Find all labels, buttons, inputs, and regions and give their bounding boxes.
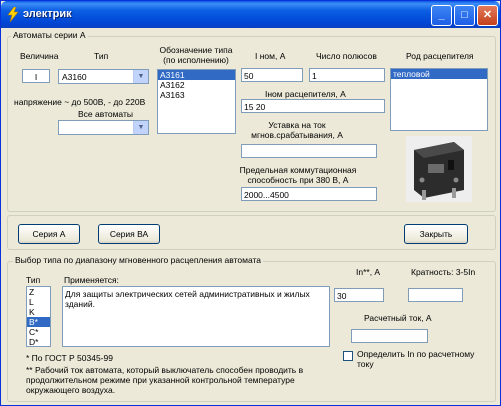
- series-a-legend: Автоматы серии А: [11, 30, 88, 40]
- inom-release-label: Iном расцепителя, А: [265, 89, 346, 99]
- ratio-label: Кратность: 3-5In: [411, 267, 476, 277]
- close-window-button[interactable]: ✕: [477, 5, 498, 26]
- maximize-icon: □: [461, 9, 468, 21]
- designation-item[interactable]: А3163: [158, 90, 235, 100]
- poles-field[interactable]: 1: [309, 68, 385, 82]
- trip-type-item[interactable]: Z: [27, 287, 50, 297]
- instant-setting-field[interactable]: [241, 144, 377, 158]
- circuit-breaker-image: [406, 136, 472, 202]
- series-va-button[interactable]: Серия ВА: [98, 224, 160, 244]
- release-type-item[interactable]: тепловой: [391, 69, 487, 79]
- title-bar[interactable]: электрик _ □ ✕: [1, 1, 500, 28]
- designation-item[interactable]: А3161: [158, 70, 235, 80]
- minimize-icon: _: [438, 9, 445, 21]
- trip-type-label: Тип: [26, 275, 41, 285]
- inom-release-field[interactable]: 15 20: [241, 99, 385, 113]
- minimize-button[interactable]: _: [431, 5, 452, 26]
- footnote-gost: * По ГОСТ Р 50345-99: [26, 353, 113, 363]
- determine-in-checkbox[interactable]: [343, 351, 353, 361]
- applied-textbox[interactable]: Для защиты электрических сетей администр…: [62, 286, 330, 347]
- voltage-label: напряжение ~ до 500В, - до 220В: [14, 97, 146, 107]
- trip-type-item[interactable]: B*: [27, 317, 50, 327]
- type-label: Тип: [94, 51, 109, 61]
- type-select-value: А3160: [62, 72, 87, 82]
- breaking-capacity-label: Предельная коммутационная способность пр…: [239, 165, 357, 185]
- trip-type-item[interactable]: C*: [27, 327, 50, 337]
- trip-type-item[interactable]: K: [27, 307, 50, 317]
- maximize-button[interactable]: □: [454, 5, 475, 26]
- chevron-down-icon[interactable]: ▼: [133, 70, 148, 83]
- instant-setting-label: Уставка на ток мгнов.срабатывания, А: [251, 120, 343, 140]
- all-breakers-select[interactable]: ▼: [58, 120, 149, 135]
- chevron-down-icon[interactable]: ▼: [133, 121, 148, 134]
- designation-label: Обозначение типа (по исполнению): [159, 45, 233, 65]
- window-title: электрик: [23, 8, 72, 20]
- trip-type-item[interactable]: D*: [27, 337, 50, 346]
- ratio-field[interactable]: [408, 288, 463, 302]
- trip-type-list[interactable]: Z L K B* C* D*: [26, 286, 51, 347]
- inom-field[interactable]: 50: [241, 68, 303, 82]
- in-label: In**, А: [356, 267, 381, 277]
- velichina-field[interactable]: I: [22, 69, 50, 83]
- breaking-capacity-field[interactable]: 2000...4500: [241, 187, 377, 201]
- close-icon: ✕: [482, 9, 493, 21]
- velichina-label: Величина: [20, 51, 59, 61]
- lightning-icon: [7, 7, 19, 22]
- main-window: электрик _ □ ✕ Автоматы серии А Величина…: [0, 0, 501, 406]
- release-type-list[interactable]: тепловой: [390, 68, 488, 131]
- determine-in-label: Определить In по расчетному току: [357, 349, 475, 369]
- trip-type-item[interactable]: L: [27, 297, 50, 307]
- designation-list[interactable]: А3161 А3162 А3163: [157, 69, 236, 134]
- designation-item[interactable]: А3162: [158, 80, 235, 90]
- all-breakers-label: Все автоматы: [78, 109, 133, 119]
- inom-label: I ном, А: [255, 51, 286, 61]
- release-type-label: Род расцепителя: [406, 51, 474, 61]
- in-field[interactable]: 30: [334, 288, 384, 302]
- type-select[interactable]: А3160 ▼: [58, 69, 149, 84]
- footnote-working-current: ** Рабочий ток автомата, который выключа…: [26, 365, 304, 395]
- poles-label: Число полюсов: [316, 51, 377, 61]
- calc-current-field[interactable]: [351, 329, 428, 343]
- instant-trip-legend: Выбор типа по диапазону мгновенного расц…: [13, 255, 264, 265]
- series-a-button[interactable]: Серия А: [18, 224, 80, 244]
- calc-current-label: Расчетный ток, А: [364, 313, 432, 323]
- applied-label: Применяется:: [64, 275, 119, 285]
- close-button[interactable]: Закрыть: [404, 224, 468, 244]
